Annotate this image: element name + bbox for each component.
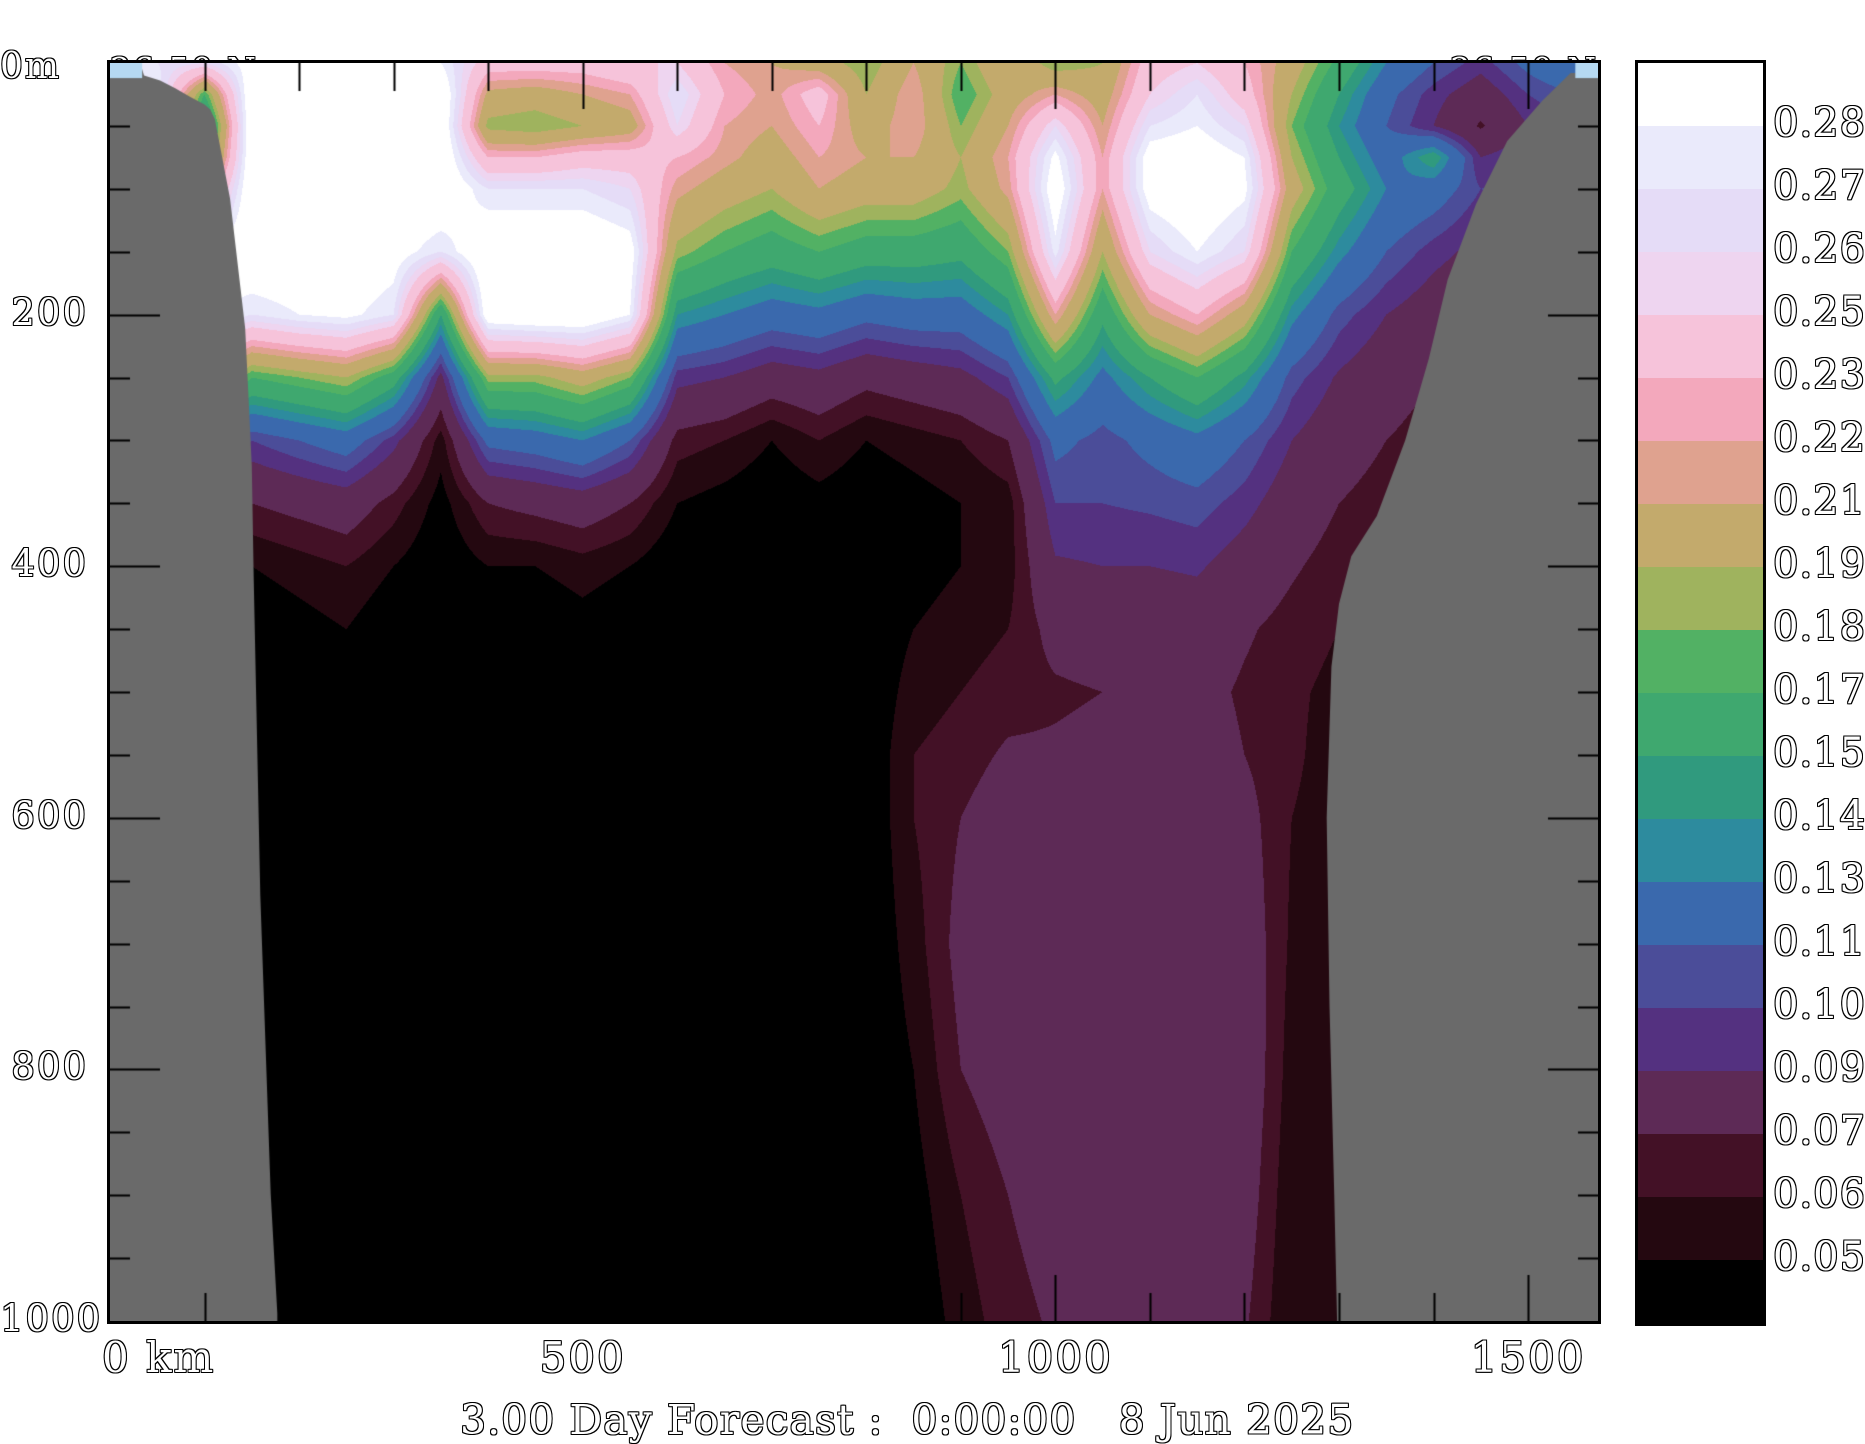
colorbar-cell [1638, 1134, 1763, 1197]
x-axis-label: 1500 [1470, 1333, 1586, 1382]
colorbar-label: 0.15 [1773, 730, 1865, 776]
colorbar-cell [1638, 945, 1763, 1008]
colorbar-label: 0.09 [1773, 1045, 1865, 1091]
colorbar-cell [1638, 378, 1763, 441]
colorbar-cell [1638, 567, 1763, 630]
forecast-caption: 3.00 Day Forecast : 0:00:00 8 Jun 2025 [460, 1396, 1355, 1444]
colorbar-cell [1638, 315, 1763, 378]
y-axis-label: 800 [11, 1045, 88, 1089]
colorbar-label: 0.11 [1773, 919, 1865, 965]
colorbar-cell [1638, 693, 1763, 756]
colorbar-cell [1638, 819, 1763, 882]
colorbar [1635, 60, 1766, 1326]
colorbar-cell [1638, 756, 1763, 819]
colorbar-cell [1638, 252, 1763, 315]
colorbar-label: 0.18 [1773, 604, 1865, 650]
colorbar-label: 0.13 [1773, 856, 1865, 902]
section-plot-area [107, 60, 1601, 1324]
colorbar-cell [1638, 63, 1763, 126]
colorbar-label: 0.21 [1773, 478, 1865, 524]
colorbar-label: 0.05 [1773, 1234, 1865, 1280]
colorbar-label: 0.23 [1773, 352, 1865, 398]
colorbar-label: 0.07 [1773, 1108, 1865, 1154]
x-axis-label: 0 km [102, 1333, 216, 1382]
colorbar-cell [1638, 1008, 1763, 1071]
colorbar-cell [1638, 1197, 1763, 1260]
colorbar-label: 0.06 [1773, 1171, 1865, 1217]
colorbar-cell [1638, 504, 1763, 567]
y-axis-label: 400 [11, 542, 88, 586]
y-axis-label: 200 [11, 290, 88, 334]
colorbar-label: 0.26 [1773, 226, 1865, 272]
x-axis-label: 1000 [997, 1333, 1113, 1382]
colorbar-label: 0.10 [1773, 982, 1865, 1028]
y-axis-label: 1000 [0, 1297, 103, 1340]
colorbar-cell [1638, 126, 1763, 189]
colorbar-label: 0.17 [1773, 667, 1865, 713]
ocean-forecast-page: { "header": { "left_lat": "26.50 N", "le… [0, 0, 1865, 1444]
colorbar-cell [1638, 1260, 1763, 1323]
colorbar-cell [1638, 630, 1763, 693]
colorbar-label: 0.27 [1773, 163, 1865, 209]
colorbar-cell [1638, 1071, 1763, 1134]
colorbar-label: 0.22 [1773, 415, 1865, 461]
x-axis-label: 500 [539, 1333, 626, 1382]
colorbar-label: 0.25 [1773, 289, 1865, 335]
colorbar-label: 0.28 [1773, 100, 1865, 146]
colorbar-cell [1638, 441, 1763, 504]
depth-axis-zero-label: 0m [0, 46, 62, 87]
colorbar-label: 0.19 [1773, 541, 1865, 587]
colorbar-cell [1638, 189, 1763, 252]
colorbar-label: 0.14 [1773, 793, 1865, 839]
y-axis-label: 600 [11, 793, 88, 837]
section-heatmap-canvas [110, 63, 1598, 1321]
colorbar-cell [1638, 882, 1763, 945]
